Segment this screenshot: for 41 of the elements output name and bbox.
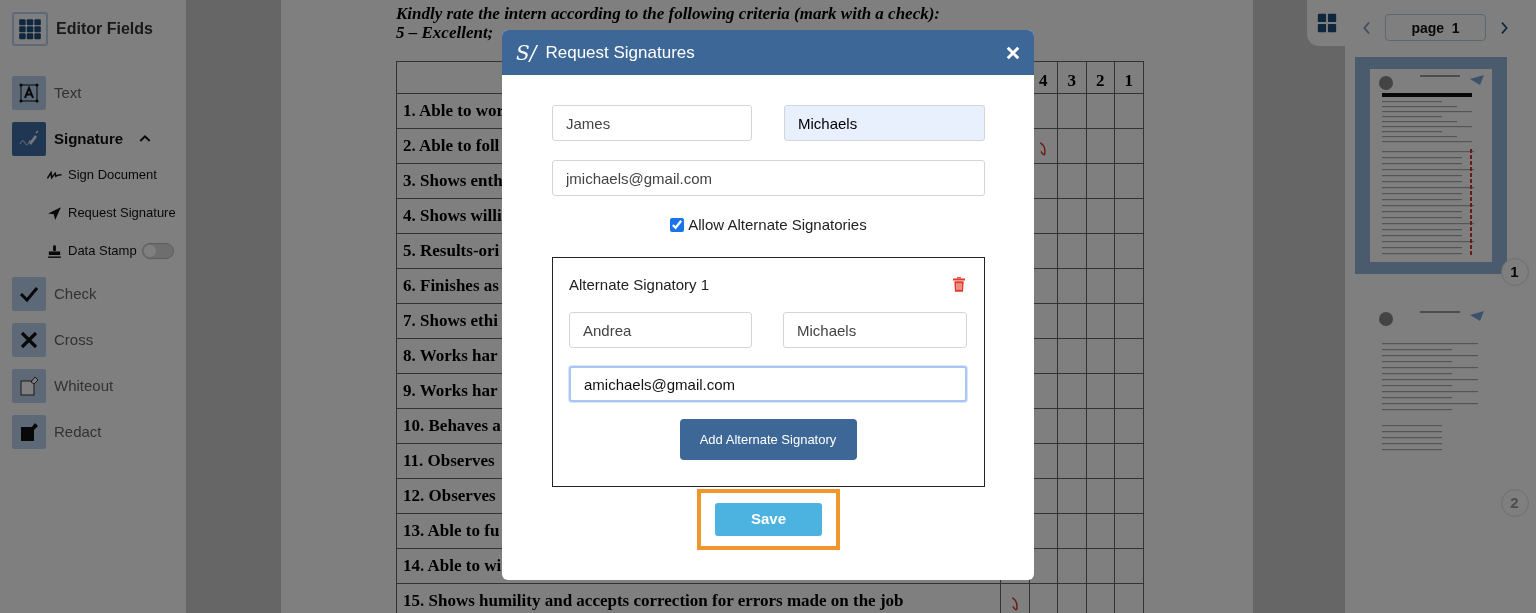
column-header: 3 bbox=[1057, 61, 1086, 94]
sidebar-item[interactable]: Text bbox=[12, 76, 186, 110]
add-alternate-button[interactable]: Add Alternate Signatory bbox=[679, 419, 857, 460]
submenu-item[interactable]: Sign Document bbox=[12, 156, 186, 194]
sidebar-item[interactable]: Signature bbox=[12, 122, 186, 156]
dialog-title: Request Signatures bbox=[545, 41, 695, 64]
view-toggle-tab[interactable] bbox=[1307, 0, 1347, 46]
sidebar-item[interactable]: Check bbox=[12, 277, 186, 311]
input-field[interactable]: James bbox=[552, 105, 752, 141]
page-number-badge: 1 bbox=[1500, 258, 1529, 286]
grid-icon bbox=[17, 16, 43, 42]
instruction-text: 5 – Excellent; bbox=[396, 23, 495, 42]
paper-plane-icon bbox=[46, 204, 63, 222]
column-header: 2 bbox=[1086, 61, 1115, 94]
toggle-switch[interactable] bbox=[141, 243, 174, 259]
sidebar-item[interactable]: Cross bbox=[12, 323, 186, 357]
panel-title: Alternate Signatory 1 bbox=[569, 274, 710, 295]
column-header: 1 bbox=[1114, 61, 1143, 94]
logo: S/ bbox=[516, 39, 537, 67]
instruction-text: Kindly rate the intern according to the following criteria (mark with a check): bbox=[396, 4, 941, 23]
text-box-icon bbox=[17, 81, 41, 105]
page-thumbnail-drawing[interactable] bbox=[1369, 69, 1492, 262]
submenu-item[interactable]: Data Stamp bbox=[68, 241, 137, 261]
grid-icon[interactable] bbox=[1316, 12, 1338, 34]
note-icon bbox=[17, 374, 41, 398]
page-field[interactable]: page 1 bbox=[1385, 14, 1486, 41]
submenu-item[interactable]: Request Signature bbox=[12, 194, 186, 232]
criterion-text: 15. Shows humility and accepts correction for errors made on the job bbox=[396, 583, 1001, 613]
trash-icon[interactable] bbox=[951, 276, 967, 294]
checkbox[interactable] bbox=[670, 218, 685, 233]
input-field[interactable]: Michaels bbox=[784, 105, 985, 141]
input-field[interactable]: Andrea bbox=[569, 312, 752, 348]
sidebar-item[interactable]: Redact bbox=[12, 415, 186, 449]
checkbox-label: Allow Alternate Signatories bbox=[688, 215, 867, 235]
input-field[interactable]: amichaels@gmail.com bbox=[569, 366, 967, 402]
sidebar-title: Editor Fields bbox=[56, 19, 153, 39]
input-field[interactable]: jmichaels@gmail.com bbox=[552, 160, 985, 196]
stamp-icon bbox=[46, 242, 63, 260]
sidebar-item[interactable]: Whiteout bbox=[12, 369, 186, 403]
input-field[interactable]: Michaels bbox=[783, 312, 967, 348]
grid-menu-button[interactable] bbox=[12, 12, 48, 46]
